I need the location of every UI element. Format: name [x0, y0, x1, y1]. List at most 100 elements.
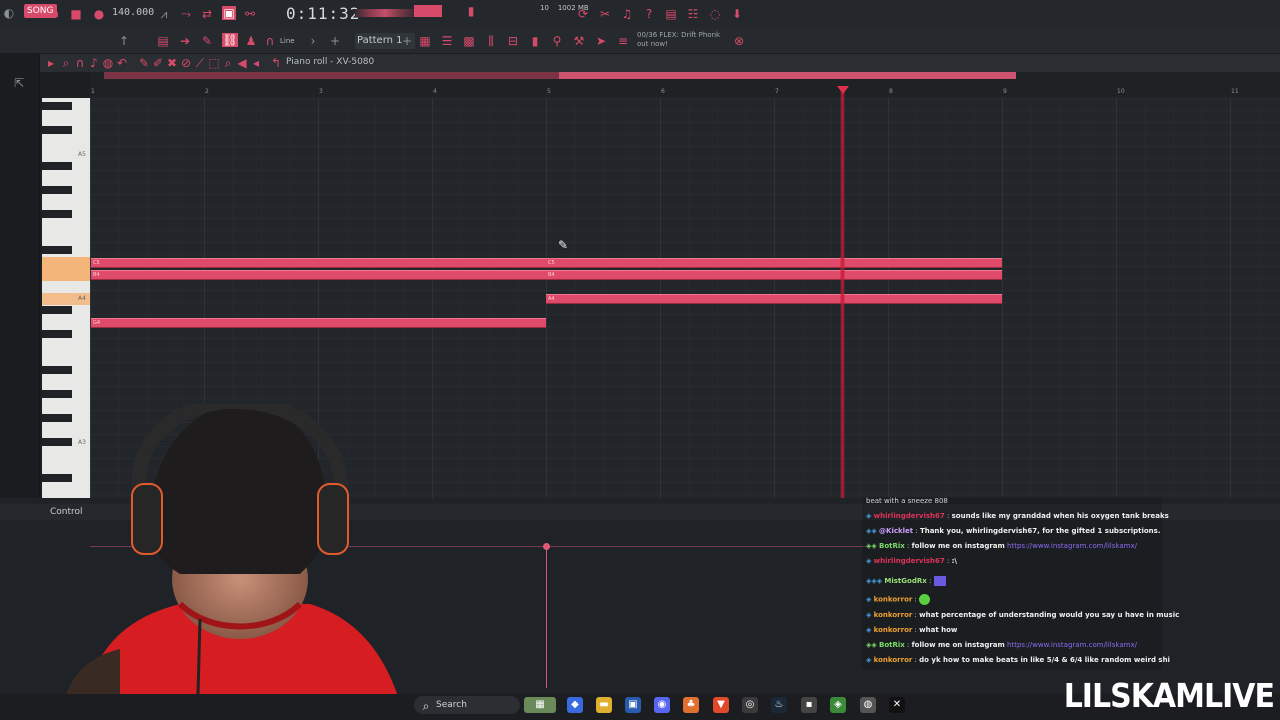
- note-b4-b[interactable]: B4: [546, 270, 1002, 280]
- chat-link[interactable]: https://www.instagram.com/lilskamx/: [1007, 542, 1137, 550]
- menu-arrow-icon[interactable]: ▸: [46, 56, 56, 70]
- hint-line-2: out now!: [637, 40, 668, 48]
- zoom-tool-icon[interactable]: ⌕: [222, 56, 234, 70]
- pattern-add-icon[interactable]: +: [402, 34, 412, 48]
- playhead[interactable]: [840, 88, 845, 498]
- bar-number: 6: [661, 88, 665, 95]
- send-icon[interactable]: ➤: [594, 34, 608, 48]
- mute-tool-icon[interactable]: ⊘: [180, 56, 192, 70]
- select-tool-icon[interactable]: ⬚: [208, 56, 220, 70]
- wait-icon[interactable]: ⤳: [180, 7, 192, 21]
- countdown-icon[interactable]: ⇄: [201, 7, 213, 21]
- velocity-bar[interactable]: [546, 546, 547, 688]
- pattern-prev-icon[interactable]: +: [330, 34, 340, 48]
- note-g4[interactable]: G4: [91, 318, 546, 328]
- channel-rack-icon[interactable]: ☰: [440, 34, 454, 48]
- black-key[interactable]: [42, 246, 72, 254]
- app-icon[interactable]: ▪: [801, 697, 817, 713]
- playback-tool-icon[interactable]: ◀: [236, 56, 248, 70]
- fl-studio-icon[interactable]: ♣: [683, 697, 699, 713]
- black-key[interactable]: [42, 162, 72, 170]
- metronome-icon[interactable]: ⩘: [158, 7, 170, 21]
- store-icon[interactable]: ▣: [625, 697, 641, 713]
- audio-icon[interactable]: ♫: [620, 7, 634, 21]
- steam-icon[interactable]: ♨: [771, 697, 787, 713]
- stop-icon[interactable]: ■: [70, 7, 82, 21]
- pencil-tool-icon[interactable]: ✎: [200, 34, 214, 48]
- arrow-icon[interactable]: ↑: [118, 34, 130, 48]
- mixer-view-icon[interactable]: ⫼: [484, 34, 498, 48]
- bar-number: 7: [775, 88, 779, 95]
- metronome-small-icon[interactable]: ◍: [102, 56, 114, 70]
- magnet-snap-icon[interactable]: ∩: [74, 56, 86, 70]
- black-key[interactable]: [42, 210, 72, 218]
- chat-username: @Kicklet: [879, 527, 914, 535]
- record-icon[interactable]: ●: [93, 7, 105, 21]
- speaker-icon[interactable]: ◂: [250, 56, 262, 70]
- capcut-icon[interactable]: ✕: [889, 697, 905, 713]
- magnet-icon[interactable]: ∩: [264, 34, 276, 48]
- stamp-icon[interactable]: ♟: [244, 34, 258, 48]
- chat-message: ◈◈◈ MistGodRx :: [866, 576, 946, 586]
- playhead-marker[interactable]: [837, 86, 849, 94]
- help-icon[interactable]: ?: [642, 7, 656, 21]
- file-explorer-icon[interactable]: ▬: [596, 697, 612, 713]
- chat-link[interactable]: https://www.instagram.com/lilskamx/: [1007, 641, 1137, 649]
- black-key[interactable]: [42, 330, 72, 338]
- undo-icon[interactable]: ↶: [116, 56, 128, 70]
- refresh-icon[interactable]: ⟳: [576, 7, 590, 21]
- chrome-icon[interactable]: ◎: [742, 697, 758, 713]
- note-c5-b[interactable]: C5: [546, 258, 1002, 268]
- delete-tool-icon[interactable]: ✖: [166, 56, 178, 70]
- black-key[interactable]: [42, 390, 72, 398]
- pencil-icon[interactable]: ✎: [138, 56, 150, 70]
- discord-icon[interactable]: ◉: [654, 697, 670, 713]
- browser-toggle-icon[interactable]: ⇱: [12, 76, 26, 90]
- next-icon[interactable]: ➔: [178, 34, 192, 48]
- note-c5-a[interactable]: C5: [91, 258, 546, 268]
- mod-badge-icon: ◈: [866, 557, 872, 565]
- step-edit-icon[interactable]: ▣: [222, 6, 236, 20]
- playlist-view-icon[interactable]: ▦: [418, 34, 432, 48]
- cut-icon[interactable]: ✂: [598, 7, 612, 21]
- note-icon[interactable]: ♪: [88, 56, 100, 70]
- black-key[interactable]: [42, 366, 72, 374]
- mic-icon[interactable]: ⚲: [550, 34, 564, 48]
- record-settings-icon[interactable]: ⊗: [732, 34, 746, 48]
- note-a4[interactable]: A4: [546, 294, 1002, 304]
- tools-icon[interactable]: ⚒: [572, 34, 586, 48]
- plugin-db-icon[interactable]: ▮: [528, 34, 542, 48]
- slice-tool-icon[interactable]: ⟋: [194, 56, 206, 70]
- download-icon[interactable]: ⬇: [730, 7, 744, 21]
- black-key[interactable]: [42, 102, 72, 110]
- widget-icon[interactable]: ▦: [524, 697, 556, 713]
- mixer-icon[interactable]: ☷: [686, 7, 700, 21]
- plugin-icon[interactable]: ▤: [664, 7, 678, 21]
- brave-icon[interactable]: ▼: [713, 697, 729, 713]
- fl-logo-icon[interactable]: ◐: [2, 6, 16, 20]
- brush-icon[interactable]: ✐: [152, 56, 164, 70]
- tempo-display[interactable]: 140.000: [112, 7, 154, 18]
- note-b4-a[interactable]: B4: [91, 270, 546, 280]
- grid-icon[interactable]: ▩: [462, 34, 476, 48]
- piano-roll-link-icon[interactable]: ↰: [270, 56, 282, 70]
- playlist-icon[interactable]: ▤: [156, 34, 170, 48]
- chat-bubble-icon[interactable]: ◌: [708, 7, 722, 21]
- velocity-handle[interactable]: [543, 543, 550, 550]
- menu-icon[interactable]: ≡: [616, 34, 630, 48]
- copilot-icon[interactable]: ◆: [567, 697, 583, 713]
- blend-icon[interactable]: ⚯: [244, 7, 256, 21]
- black-key[interactable]: [42, 126, 72, 134]
- black-key[interactable]: [42, 186, 72, 194]
- black-key[interactable]: [42, 306, 72, 314]
- app-2-icon[interactable]: ◍: [860, 697, 876, 713]
- chat-text: what how: [919, 626, 958, 634]
- snap-arrow-icon[interactable]: ›: [308, 34, 318, 48]
- browser-icon[interactable]: ⊟: [506, 34, 520, 48]
- link-icon[interactable]: ⛓: [222, 33, 238, 47]
- zoom-icon[interactable]: ⌕: [60, 56, 72, 70]
- chat-text: what percentage of understanding would y…: [919, 611, 1180, 619]
- layers-icon[interactable]: ◈: [830, 697, 846, 713]
- pause-icon[interactable]: ⏸: [50, 7, 62, 21]
- snap-label[interactable]: Line: [280, 37, 295, 45]
